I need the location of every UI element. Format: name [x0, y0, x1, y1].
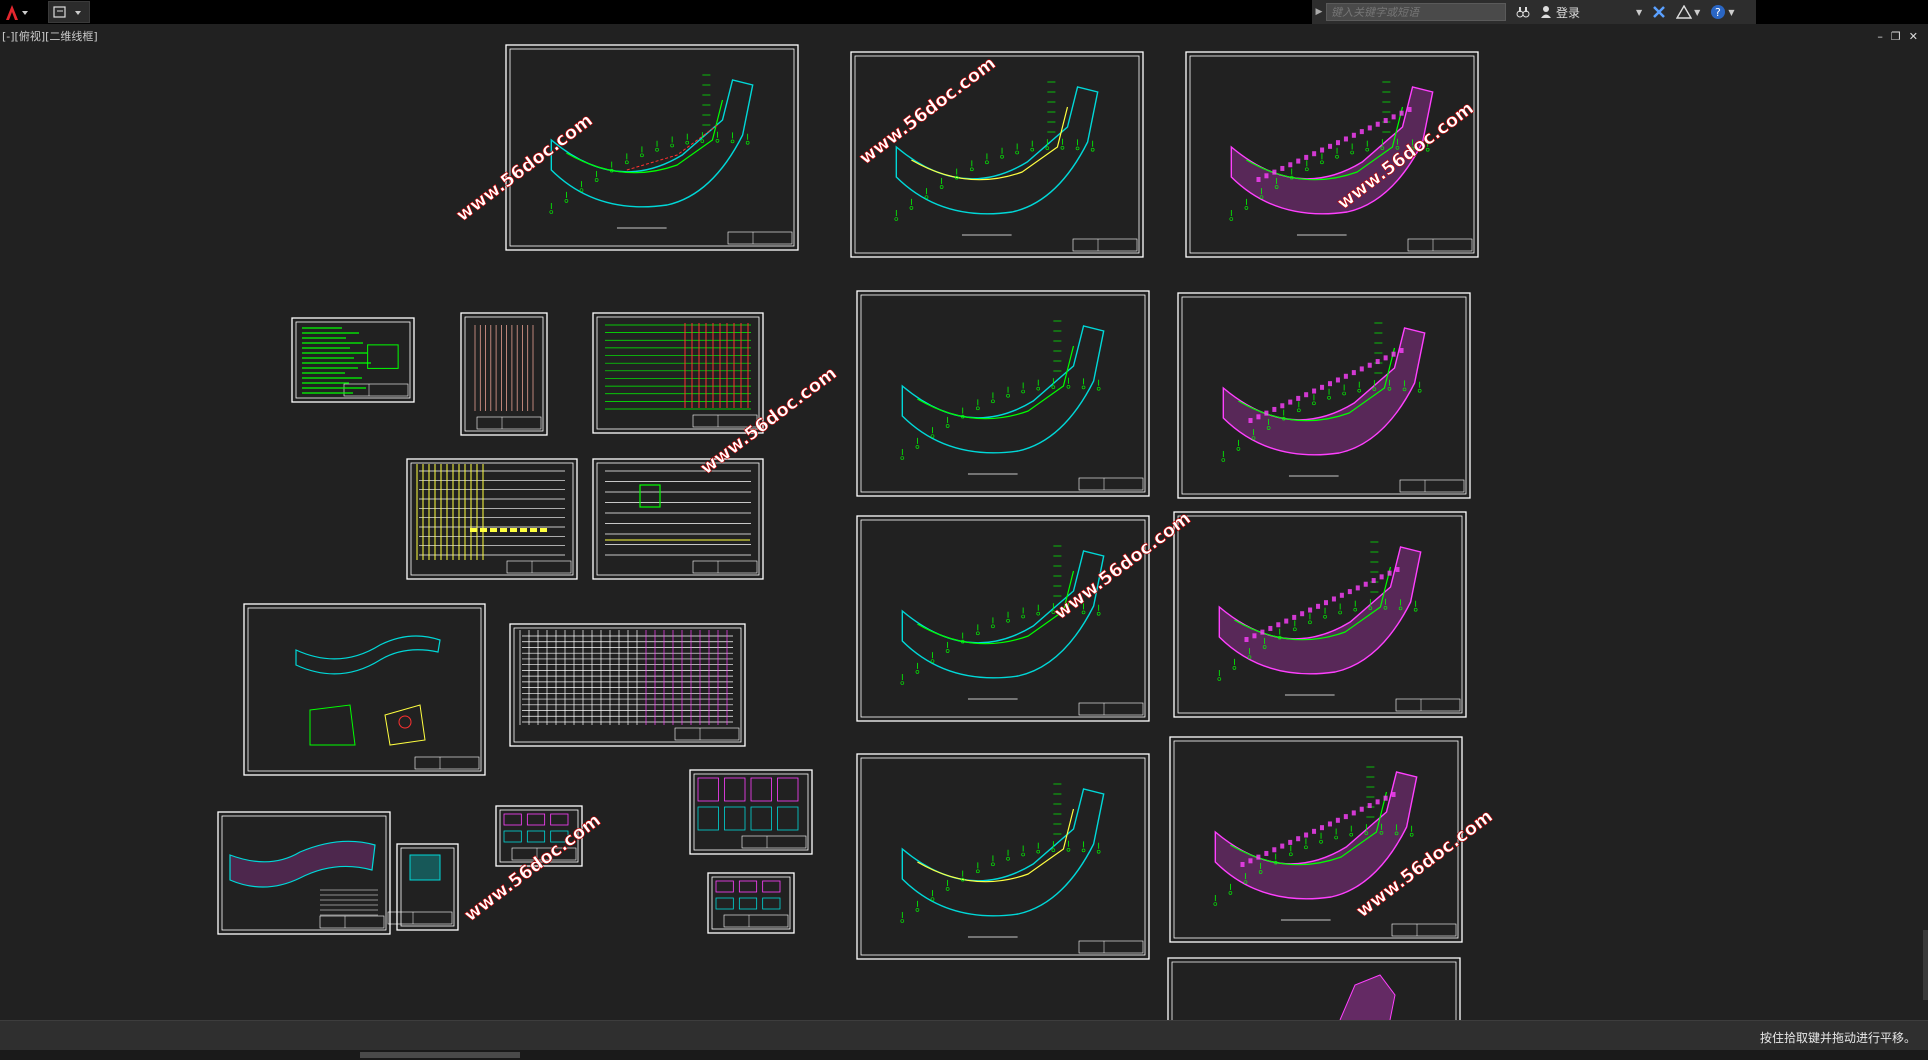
- command-prompt-text: 按住拾取键并拖动进行平移。: [1759, 1031, 1916, 1045]
- sheet-detail-b: [707, 872, 795, 934]
- quick-access-icon: [53, 6, 81, 18]
- autodesk-a360-icon[interactable]: [1676, 5, 1693, 19]
- infocenter-bar: ▶ 登录 ▼ ▼ ? ▼: [1312, 0, 1756, 24]
- help-icon[interactable]: ?: [1710, 4, 1726, 20]
- exchange-icon[interactable]: [1652, 5, 1666, 19]
- sheet-roof-plans: [243, 603, 486, 776]
- sheet-system-diagram-a: [460, 312, 548, 436]
- vertical-scrollbar[interactable]: [1923, 930, 1928, 1000]
- binoculars-icon[interactable]: [1516, 5, 1530, 19]
- sheet-floor-1-lighting-plan: [1185, 51, 1479, 258]
- drawing-sheets: [217, 44, 1479, 1020]
- sheet-site-plan: [217, 811, 391, 935]
- svg-text:?: ?: [1715, 6, 1721, 19]
- sheet-riser-diagram-b: [592, 458, 764, 580]
- sheet-floor-2-lighting-plan: [1177, 292, 1471, 499]
- user-icon[interactable]: [1540, 5, 1552, 19]
- title-bar: ▶ 登录 ▼ ▼ ? ▼: [0, 0, 1928, 24]
- drawing-canvas[interactable]: www.56doc.com www.56doc.com www.56doc.com w…: [0, 24, 1928, 1020]
- sheet-detail-a: [689, 769, 813, 855]
- status-bar: 按住拾取键并拖动进行平移。: [0, 1020, 1928, 1051]
- scrollbar-thumb[interactable]: [360, 1052, 520, 1058]
- chevron-down-icon[interactable]: ▼: [1694, 8, 1700, 17]
- sheet-floor-3-plan: [856, 515, 1150, 722]
- watermark-text: www.56doc.com: [452, 110, 597, 226]
- sheet-riser-diagram-a: [406, 458, 578, 580]
- sheet-floor-5-partial: [1167, 957, 1461, 1020]
- sheet-floor-2-plan: [856, 290, 1150, 497]
- chevron-down-icon[interactable]: ▼: [1636, 8, 1642, 17]
- autocad-logo-icon: [6, 5, 28, 20]
- search-toggle-button[interactable]: ▶: [1312, 1, 1326, 23]
- chevron-down-icon[interactable]: ▼: [1728, 8, 1734, 17]
- login-button[interactable]: 登录: [1556, 4, 1636, 21]
- application-menu-button[interactable]: [0, 0, 34, 24]
- watermark-text: www.56doc.com: [1050, 508, 1195, 624]
- sheet-floor-1-plan: [850, 51, 1144, 258]
- sheet-floor-4-lighting-plan: [1169, 736, 1463, 943]
- watermark-text: www.56doc.com: [460, 810, 605, 926]
- sheet-floor-3-lighting-plan: [1173, 511, 1467, 718]
- sheet-stair-detail: [387, 843, 459, 931]
- sheet-system-diagram-b: [592, 312, 764, 434]
- sheet-floor-4-plan: [856, 753, 1150, 960]
- search-input[interactable]: [1326, 3, 1506, 21]
- sheet-design-notes: [291, 317, 415, 403]
- sheet-riser-diagram-c: [509, 623, 746, 747]
- quick-access-button[interactable]: [48, 1, 90, 23]
- horizontal-scrollbar[interactable]: [0, 1050, 1928, 1060]
- watermark-text: www.56doc.com: [855, 53, 1000, 169]
